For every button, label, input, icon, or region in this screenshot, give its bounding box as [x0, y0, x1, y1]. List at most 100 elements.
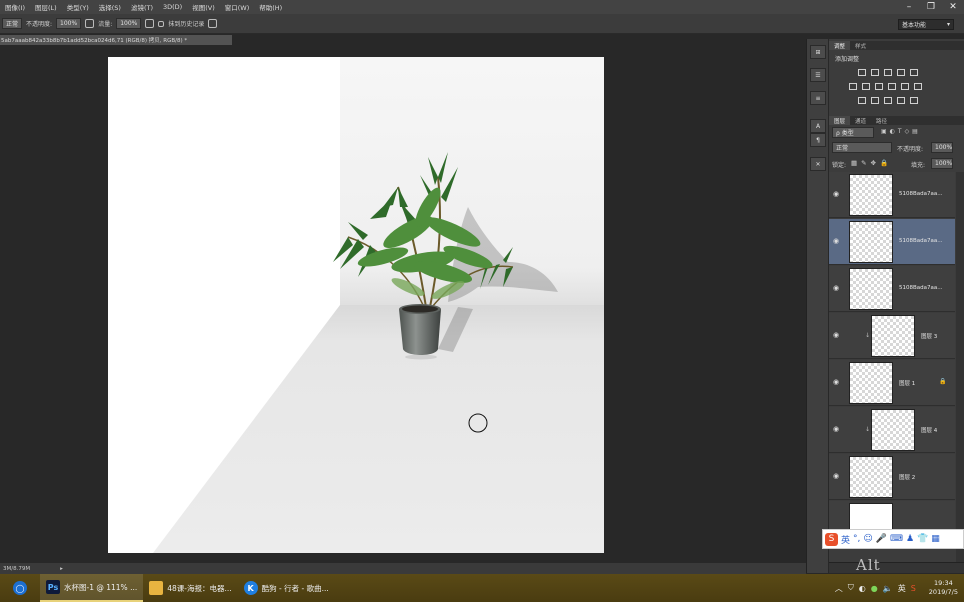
- black-white-icon[interactable]: [875, 83, 883, 90]
- photo-filter-icon[interactable]: [888, 83, 896, 90]
- blend-mode-select[interactable]: 正常: [832, 142, 892, 153]
- exposure-icon[interactable]: [897, 69, 905, 76]
- color-lookup-icon[interactable]: [914, 83, 922, 90]
- layer-opacity-field[interactable]: 100%: [931, 142, 953, 153]
- clock-time: 19:34: [934, 579, 953, 587]
- visibility-eye-icon[interactable]: ◉: [833, 426, 841, 433]
- color-balance-icon[interactable]: [862, 83, 870, 90]
- tab-layers[interactable]: 图层: [829, 116, 851, 125]
- window-controls: – ❐ ✕: [898, 0, 964, 14]
- layer-row[interactable]: ◉ ↓ 图层 4: [829, 407, 955, 453]
- tab-channels[interactable]: 通道: [850, 116, 871, 125]
- menu-item[interactable]: 图像(I): [0, 2, 30, 12]
- pressure-size-icon[interactable]: [208, 19, 218, 28]
- workspace-select[interactable]: 基本功能 ▾: [898, 19, 954, 30]
- menu-grid-icon[interactable]: ▦: [931, 534, 940, 544]
- selective-color-icon[interactable]: [910, 97, 918, 104]
- punctuation-icon[interactable]: °,: [853, 534, 860, 544]
- visibility-eye-icon[interactable]: ◉: [833, 191, 841, 198]
- start-button[interactable]: ◯: [0, 574, 40, 602]
- visibility-eye-icon[interactable]: ◉: [833, 379, 841, 386]
- menu-item[interactable]: 图层(L): [30, 2, 62, 12]
- tray-expand-icon[interactable]: ︿: [835, 583, 843, 594]
- visibility-eye-icon[interactable]: ◉: [833, 332, 841, 339]
- brightness-icon[interactable]: [858, 69, 866, 76]
- emoji-icon[interactable]: ☺: [863, 534, 872, 544]
- skin-icon[interactable]: ♟: [906, 534, 914, 544]
- layer-row[interactable]: ◉ 5108Bada7aa...: [829, 266, 955, 312]
- visibility-eye-icon[interactable]: ◉: [833, 285, 841, 292]
- properties-icon[interactable]: ☰: [810, 68, 826, 82]
- taskbar-item[interactable]: K 酷狗 - 行者 - 歌曲...: [238, 574, 335, 602]
- layer-row[interactable]: ◉ 图层 1 🔒: [829, 360, 955, 406]
- menu-item[interactable]: 滤镜(T): [126, 2, 158, 12]
- layer-row[interactable]: ◉ 图层 2: [829, 454, 955, 500]
- opacity-field[interactable]: 100%: [56, 18, 82, 29]
- history-icon[interactable]: ⊞: [810, 45, 826, 59]
- taskbar-item[interactable]: Ps 水杯图-1 @ 111% ...: [40, 574, 144, 602]
- hue-saturation-icon[interactable]: [849, 83, 857, 90]
- clock[interactable]: 19:34 2019/7/5: [929, 579, 958, 597]
- curves-icon[interactable]: [884, 69, 892, 76]
- visibility-eye-icon[interactable]: ◉: [833, 238, 841, 245]
- vibrance-icon[interactable]: [910, 69, 918, 76]
- flow-field[interactable]: 100%: [116, 18, 142, 29]
- status-arrow-icon[interactable]: ▸: [60, 566, 63, 572]
- fill-label: 填充:: [911, 162, 926, 169]
- layer-row[interactable]: ◉ 5108Bada7aa...: [829, 172, 955, 218]
- volume-icon[interactable]: 🔈: [883, 584, 893, 593]
- layer-row-selected[interactable]: ◉ 5108Bada7aa...: [829, 219, 955, 265]
- tab-styles[interactable]: 样式: [850, 41, 871, 50]
- pressure-opacity-icon[interactable]: [85, 19, 95, 28]
- document-tab[interactable]: 5ab7aaab842a33b8b7b1add52bca024d6,71 (RG…: [0, 35, 232, 45]
- tab-paths[interactable]: 路径: [871, 116, 892, 125]
- layer-filter-icons[interactable]: ▣◐T◇▤: [881, 128, 921, 135]
- sogou-tray-icon[interactable]: S: [911, 584, 916, 593]
- taskbar: ◯ Ps 水杯图-1 @ 111% ... 48课-海报：电器... K 酷狗 …: [0, 574, 964, 602]
- vpn-icon[interactable]: ◐: [859, 584, 866, 593]
- tab-adjustments[interactable]: 调整: [829, 41, 851, 50]
- gradient-map-icon[interactable]: [897, 97, 905, 104]
- visibility-eye-icon[interactable]: ◉: [833, 473, 841, 480]
- ime-language[interactable]: 英: [841, 533, 850, 546]
- threshold-icon[interactable]: [884, 97, 892, 104]
- close-button[interactable]: ✕: [942, 0, 964, 14]
- airbrush-icon[interactable]: [145, 19, 155, 28]
- adjustments-tabs: 调整 样式: [829, 41, 964, 50]
- lock-label: 锁定:: [832, 162, 847, 169]
- layer-thumbnail: [849, 221, 893, 263]
- layer-name: 图层 4: [921, 428, 938, 434]
- posterize-icon[interactable]: [871, 97, 879, 104]
- menu-item[interactable]: 选择(S): [94, 2, 126, 12]
- menu-item[interactable]: 类型(Y): [62, 2, 94, 12]
- actions-icon[interactable]: ≡: [810, 91, 826, 105]
- character-icon[interactable]: A: [810, 119, 826, 133]
- levels-icon[interactable]: [871, 69, 879, 76]
- menu-item[interactable]: 帮助(H): [254, 2, 287, 12]
- keyboard-icon[interactable]: ⌨: [890, 534, 903, 544]
- taskbar-item[interactable]: 48课-海报：电器...: [143, 574, 237, 602]
- fill-field[interactable]: 100%: [931, 158, 953, 169]
- layer-filter-select[interactable]: ρ 类型: [832, 127, 874, 138]
- invert-icon[interactable]: [858, 97, 866, 104]
- erase-history-checkbox[interactable]: [158, 20, 165, 27]
- menu-item[interactable]: 窗口(W): [220, 2, 255, 12]
- shirt-icon[interactable]: 👕: [917, 534, 928, 544]
- voice-icon[interactable]: 🎤: [876, 534, 887, 544]
- minimize-button[interactable]: –: [898, 0, 920, 14]
- mode-select[interactable]: 正常: [2, 18, 23, 29]
- 360-icon[interactable]: ●: [871, 584, 878, 593]
- layers-scrollbar[interactable]: [956, 172, 964, 562]
- input-method-icon[interactable]: 英: [898, 583, 906, 594]
- paragraph-icon[interactable]: ¶: [810, 133, 826, 147]
- menu-item[interactable]: 视图(V): [187, 2, 220, 12]
- document-canvas[interactable]: [108, 57, 604, 553]
- tool-presets-icon[interactable]: ✕: [810, 157, 826, 171]
- layer-name: 图层 3: [921, 334, 938, 340]
- layer-row[interactable]: ◉ ↓ 图层 3: [829, 313, 955, 359]
- menu-item[interactable]: 3D(D): [158, 3, 187, 11]
- lock-icons[interactable]: ▦✎✥🔒: [851, 159, 892, 167]
- restore-button[interactable]: ❐: [920, 0, 942, 14]
- network-icon[interactable]: ⛉: [848, 583, 854, 593]
- channel-mixer-icon[interactable]: [901, 83, 909, 90]
